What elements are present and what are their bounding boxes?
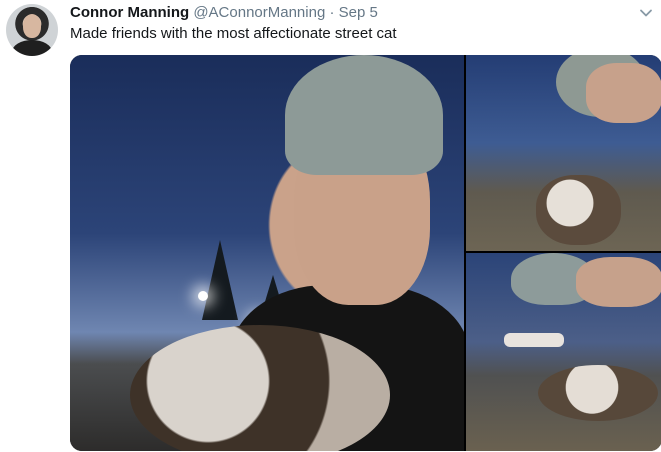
street-light — [198, 291, 208, 301]
avatar-shirt — [12, 40, 52, 56]
cat-shape — [536, 175, 621, 245]
photo-selfie-with-cat[interactable] — [70, 55, 464, 451]
photo-cat-close-up-2[interactable] — [466, 253, 661, 451]
tweet-text: Made friends with the most affectionate … — [70, 25, 397, 42]
tweet-header: Connor Manning @AConnorManning · Sep 5 — [70, 3, 651, 25]
photo-cat-close-up-1[interactable] — [466, 55, 661, 251]
car-shape — [504, 333, 564, 347]
media-grid — [70, 55, 661, 451]
tweet-date[interactable]: Sep 5 — [339, 4, 378, 21]
avatar[interactable] — [6, 4, 58, 56]
person-face — [576, 257, 661, 307]
person-face — [586, 63, 661, 123]
display-name[interactable]: Connor Manning — [70, 4, 189, 21]
person-beanie — [285, 55, 443, 175]
user-handle[interactable]: @AConnorManning — [193, 4, 325, 21]
separator-dot: · — [329, 4, 335, 21]
cat-shape — [538, 365, 658, 421]
tree-shape — [202, 240, 238, 320]
avatar-face — [23, 14, 41, 38]
chevron-down-icon[interactable] — [639, 6, 653, 20]
